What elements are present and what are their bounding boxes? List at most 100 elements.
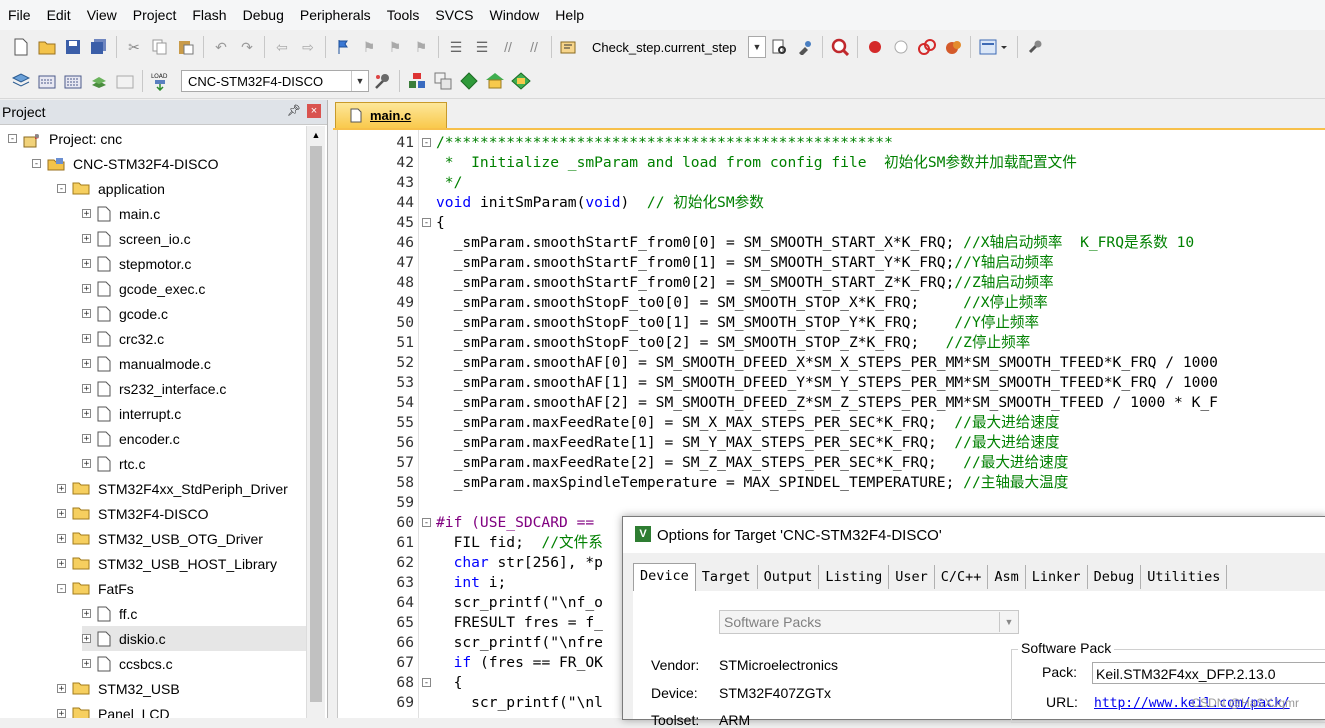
find-combo[interactable]: Check_step.current_step ▼ [586,36,766,58]
code-line[interactable]: 50 _smParam.smoothStopF_to0[1] = SM_SMOO… [338,313,1325,333]
unindent-icon[interactable]: ☰ [471,36,493,58]
tree-file-item[interactable]: + rtc.c [82,451,145,476]
breakpoint-icon[interactable] [864,36,886,58]
tree-group-item[interactable]: + STM32F4xx_StdPeriph_Driver [57,476,288,501]
rebuild-icon[interactable] [62,70,84,92]
expand-icon[interactable]: + [82,309,91,319]
tree-group-item[interactable]: - CNC-STM32F4-DISCO [32,151,218,176]
tab-utilities[interactable]: Utilities [1141,565,1228,589]
pin-icon[interactable]: 📌︎ [287,104,301,117]
clear-bookmarks-icon[interactable]: ⚑ [410,36,432,58]
breakpoint-disabled-icon[interactable] [890,36,912,58]
tab-debug[interactable]: Debug [1087,565,1142,589]
comment-icon[interactable]: // [497,36,519,58]
menu-debug[interactable]: Debug [235,0,292,30]
project-tree-scrollbar[interactable]: ▲ [306,126,325,718]
scrollbar-thumb[interactable] [310,146,322,702]
fold-toggle-icon[interactable]: - [422,678,431,688]
expand-icon[interactable]: + [82,384,91,394]
tree-group-item[interactable]: + STM32F4-DISCO [57,501,208,526]
code-line[interactable]: 49 _smParam.smoothStopF_to0[0] = SM_SMOO… [338,293,1325,313]
collapse-icon[interactable]: - [57,584,66,594]
fold-toggle-icon[interactable]: - [422,138,431,148]
tree-group-item[interactable]: - Project: cnc [8,126,122,151]
menu-peripherals[interactable]: Peripherals [292,0,379,30]
expand-icon[interactable]: + [82,459,91,469]
tree-file-item[interactable]: + gcode.c [82,301,168,326]
tree-file-item[interactable]: + ff.c [82,601,137,626]
expand-icon[interactable]: + [57,709,66,718]
code-line[interactable]: 48 _smParam.smoothStartF_from0[2] = SM_S… [338,273,1325,293]
uncomment-icon[interactable]: // [523,36,545,58]
expand-icon[interactable]: + [82,234,91,244]
window-layout-icon[interactable] [977,36,1011,58]
tab-device[interactable]: Device [633,563,696,592]
scroll-up-icon[interactable]: ▲ [307,126,325,144]
menu-help[interactable]: Help [547,0,592,30]
download-load-icon[interactable]: LOAD [149,70,171,92]
code-line[interactable]: 45-{ [338,213,1325,233]
menu-flash[interactable]: Flash [184,0,234,30]
configure-icon[interactable] [1024,36,1046,58]
tab-main-c[interactable]: main.c [335,102,447,128]
paste-icon[interactable] [175,36,197,58]
code-line[interactable]: 41-/************************************… [338,133,1325,153]
expand-icon[interactable]: + [82,284,91,294]
tree-group-item[interactable]: + STM32_USB [57,676,180,701]
expand-icon[interactable]: + [82,634,91,644]
batch-build-icon[interactable] [88,70,110,92]
next-bookmark-icon[interactable]: ⚑ [384,36,406,58]
tree-file-item[interactable]: + crc32.c [82,326,164,351]
target-options-icon[interactable] [371,70,393,92]
new-file-icon[interactable] [10,36,32,58]
indent-icon[interactable]: ☰ [445,36,467,58]
tab-asm[interactable]: Asm [988,565,1026,589]
bookmark-icon[interactable] [332,36,354,58]
tab-c-c-[interactable]: C/C++ [934,565,989,589]
fold-toggle-icon[interactable]: - [422,518,431,528]
code-line[interactable]: 43 */ [338,173,1325,193]
menu-edit[interactable]: Edit [39,0,79,30]
collapse-icon[interactable]: - [8,134,17,144]
prev-bookmark-icon[interactable]: ⚑ [358,36,380,58]
collapse-icon[interactable]: - [32,159,41,169]
code-line[interactable]: 46 _smParam.smoothStartF_from0[0] = SM_S… [338,233,1325,253]
expand-icon[interactable]: + [57,509,66,519]
open-folder-icon[interactable] [36,36,58,58]
translate-icon[interactable] [10,70,32,92]
tree-file-item[interactable]: + stepmotor.c [82,251,191,276]
manage-project-icon[interactable] [406,70,428,92]
nav-back-icon[interactable]: ⇦ [271,36,293,58]
code-line[interactable]: 54 _smParam.smoothAF[2] = SM_SMOOTH_DFEE… [338,393,1325,413]
debug-session-icon[interactable] [829,36,851,58]
tree-file-item[interactable]: + interrupt.c [82,401,181,426]
expand-icon[interactable]: + [57,484,66,494]
pack-installer-icon[interactable] [484,70,506,92]
code-line[interactable]: 57 _smParam.maxFeedRate[2] = SM_Z_MAX_ST… [338,453,1325,473]
expand-icon[interactable]: + [57,534,66,544]
tree-file-item[interactable]: + manualmode.c [82,351,211,376]
tab-linker[interactable]: Linker [1025,565,1088,589]
find-in-files-icon[interactable] [558,36,580,58]
expand-icon[interactable]: + [57,559,66,569]
menu-view[interactable]: View [79,0,125,30]
menu-window[interactable]: Window [482,0,548,30]
code-line[interactable]: 56 _smParam.maxFeedRate[1] = SM_Y_MAX_ST… [338,433,1325,453]
tree-file-item[interactable]: + rs232_interface.c [82,376,226,401]
expand-icon[interactable]: + [82,434,91,444]
tree-file-item[interactable]: + encoder.c [82,426,180,451]
expand-icon[interactable]: + [82,409,91,419]
expand-icon[interactable]: + [57,684,66,694]
fold-toggle-icon[interactable]: - [422,218,431,228]
chevron-down-icon[interactable]: ▼ [999,612,1018,632]
tree-file-item[interactable]: + main.c [82,201,160,226]
stop-build-icon[interactable] [114,70,136,92]
code-line[interactable]: 52 _smParam.smoothAF[0] = SM_SMOOTH_DFEE… [338,353,1325,373]
code-line[interactable]: 55 _smParam.maxFeedRate[0] = SM_X_MAX_ST… [338,413,1325,433]
expand-icon[interactable]: + [82,359,91,369]
tree-file-item[interactable]: + diskio.c [82,626,306,651]
tab-user[interactable]: User [889,565,935,589]
tree-group-item[interactable]: + STM32_USB_HOST_Library [57,551,277,576]
tree-file-item[interactable]: + gcode_exec.c [82,276,205,301]
code-line[interactable]: 44 void initSmParam(void) // 初始化SM参数 [338,193,1325,213]
